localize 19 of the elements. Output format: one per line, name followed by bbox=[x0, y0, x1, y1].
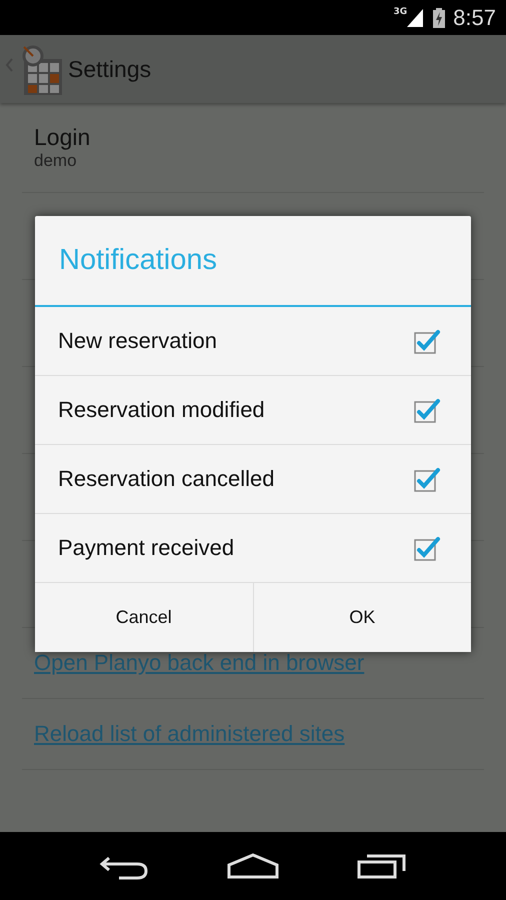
screen-title: Settings bbox=[68, 56, 152, 82]
checkbox[interactable] bbox=[413, 396, 441, 424]
home-icon[interactable] bbox=[226, 853, 280, 879]
battery-icon bbox=[433, 8, 446, 28]
recent-apps-icon[interactable] bbox=[357, 853, 408, 879]
setting-value: demo bbox=[34, 151, 77, 171]
checkbox[interactable] bbox=[413, 327, 441, 355]
checkbox[interactable] bbox=[413, 465, 441, 493]
clock: 8:57 bbox=[453, 4, 496, 30]
notification-option[interactable]: New reservation bbox=[35, 307, 471, 376]
dialog-button[interactable]: Cancel bbox=[35, 583, 252, 652]
notification-option[interactable]: Reservation cancelled bbox=[35, 445, 471, 514]
notification-option[interactable]: Reservation modified bbox=[35, 376, 471, 445]
dialog-title: Notifications bbox=[35, 216, 471, 307]
app-logo-icon[interactable] bbox=[4, 43, 62, 95]
dialog-button[interactable]: OK bbox=[252, 583, 471, 652]
checkbox[interactable] bbox=[413, 534, 441, 562]
signal-icon bbox=[407, 8, 424, 26]
network-label: 3G bbox=[394, 7, 408, 17]
